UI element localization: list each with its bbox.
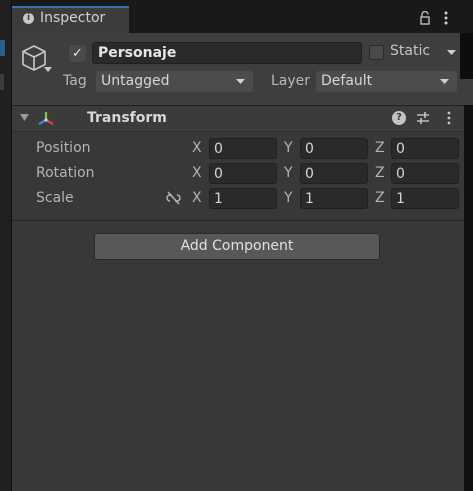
chevron-down-icon <box>440 79 449 84</box>
divider <box>12 131 464 132</box>
info-icon: i <box>23 13 34 24</box>
axis-y-label[interactable]: Y <box>284 140 293 156</box>
transform-title: Transform <box>87 110 167 126</box>
axis-x-label[interactable]: X <box>192 190 202 206</box>
kebab-menu-icon[interactable] <box>446 111 452 125</box>
static-label: Static <box>390 43 431 59</box>
adjacent-item-marker <box>0 74 4 90</box>
rotation-x-field[interactable]: 0 <box>209 163 277 184</box>
foldout-arrow-icon[interactable] <box>20 114 29 122</box>
chevron-down-icon <box>236 79 245 84</box>
layer-label: Layer <box>271 73 311 89</box>
axis-x-label[interactable]: X <box>192 140 202 156</box>
tab-label: Inspector <box>40 10 106 26</box>
tag-label: Tag <box>63 73 87 89</box>
object-name-input[interactable]: Personaje <box>92 42 362 64</box>
static-dropdown-chevron-icon[interactable] <box>447 50 456 56</box>
position-label: Position <box>36 140 91 156</box>
unlinked-chain-icon[interactable] <box>165 191 182 205</box>
transform-axes-icon <box>38 112 54 125</box>
add-component-button[interactable]: Add Component <box>94 233 380 260</box>
adjacent-panel-edge <box>0 0 12 491</box>
axis-z-label[interactable]: Z <box>375 190 385 206</box>
axis-y-label[interactable]: Y <box>284 165 293 181</box>
scale-z-field[interactable]: 1 <box>391 188 459 209</box>
scale-y-field[interactable]: 1 <box>300 188 368 209</box>
scale-label: Scale <box>36 190 74 206</box>
adjacent-selection-marker <box>0 40 5 56</box>
axis-z-label[interactable]: Z <box>375 140 385 156</box>
lock-icon[interactable] <box>419 11 431 25</box>
rotation-y-field[interactable]: 0 <box>300 163 368 184</box>
presets-icon[interactable] <box>416 111 430 125</box>
divider <box>12 220 464 221</box>
rotation-label: Rotation <box>36 165 95 181</box>
axis-x-label[interactable]: X <box>192 165 202 181</box>
help-icon[interactable]: ? <box>392 111 406 125</box>
scale-x-field[interactable]: 1 <box>209 188 277 209</box>
tag-dropdown[interactable]: Untagged <box>96 71 253 92</box>
kebab-menu-icon[interactable] <box>442 10 450 26</box>
position-y-field[interactable]: 0 <box>300 138 368 159</box>
chevron-down-icon[interactable] <box>44 67 52 73</box>
axis-y-label[interactable]: Y <box>284 190 293 206</box>
axis-z-label[interactable]: Z <box>375 165 385 181</box>
rotation-z-field[interactable]: 0 <box>391 163 459 184</box>
active-checkbox[interactable]: ✓ <box>69 45 86 62</box>
position-x-field[interactable]: 0 <box>209 138 277 159</box>
static-checkbox[interactable] <box>369 45 384 60</box>
window-edge-top <box>460 33 473 79</box>
position-z-field[interactable]: 0 <box>391 138 459 159</box>
layer-dropdown[interactable]: Default <box>316 71 457 92</box>
